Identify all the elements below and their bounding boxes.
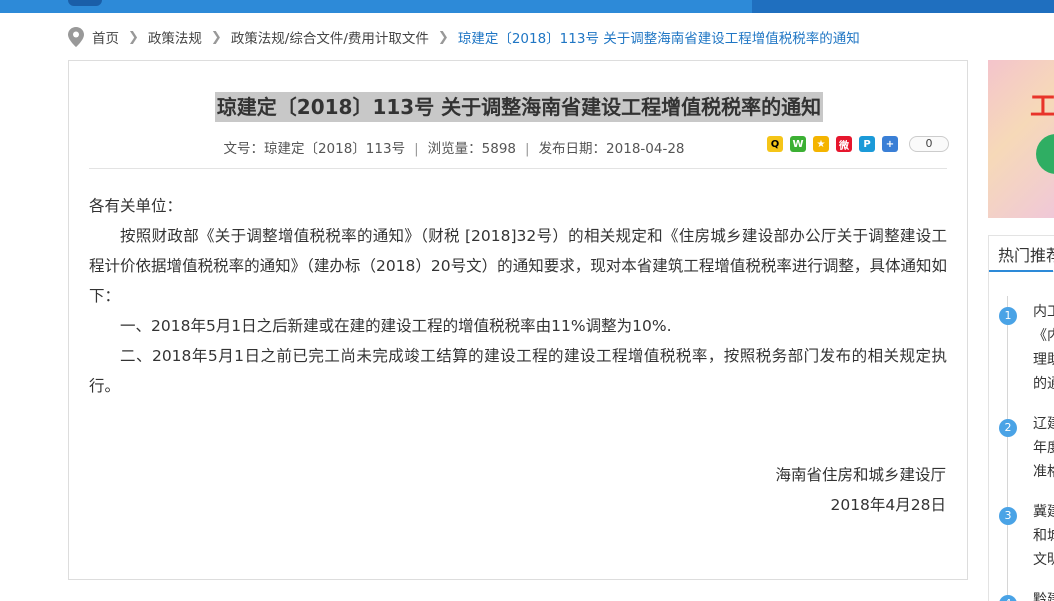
chevron-right-icon: ❯ bbox=[210, 29, 222, 45]
salutation: 各有关单位： bbox=[89, 197, 183, 215]
breadcrumb-fee-docs[interactable]: 政策法规/综合文件/费用计取文件 bbox=[231, 27, 429, 47]
hot-item-text: 黔建 bbox=[1033, 592, 1054, 601]
body-paragraph: 一、2018年5月1日之后新建或在建的建设工程的增值税税率由11%调整为10%. bbox=[120, 317, 672, 335]
meta-separator: | bbox=[525, 141, 530, 157]
signature-org: 海南省住房和城乡建设厅 bbox=[775, 466, 946, 484]
qq-share-icon[interactable]: Q bbox=[767, 136, 783, 152]
hot-recommend-title: 热门推荐 bbox=[998, 246, 1054, 265]
signature-date: 2018年4月28日 bbox=[830, 496, 946, 514]
banner-circle bbox=[1036, 134, 1054, 174]
body-paragraph: 二、2018年5月1日之前已完工尚未完成竣工结算的建设工程的建设工程增值税税率，… bbox=[89, 347, 947, 395]
chevron-right-icon: ❯ bbox=[437, 29, 449, 45]
publish-date: 发布日期：2018-04-28 bbox=[538, 141, 685, 157]
share-toolbar: Q W ★ 微 P + 0 bbox=[767, 136, 949, 152]
wechat-share-icon[interactable]: W bbox=[790, 136, 806, 152]
sidebar-banner-ad[interactable]: 工 bbox=[988, 60, 1054, 218]
hot-item-number: 3 bbox=[999, 507, 1017, 525]
hot-item-text: 辽建 年度 准格 bbox=[1033, 416, 1054, 480]
chevron-right-icon: ❯ bbox=[128, 29, 139, 45]
share-count: 0 bbox=[909, 136, 949, 152]
signature-block: 海南省住房和城乡建设厅 2018年4月28日 bbox=[775, 460, 946, 520]
article-body: 各有关单位： 按照财政部《关于调整增值税税率的通知》（财税 [2018]32号）… bbox=[89, 191, 947, 401]
hot-recommend-panel: 热门推荐 1 内工 《内 理助 的通 2 辽建 年度 准格 3 冀建 和城 文明… bbox=[988, 235, 1054, 601]
article-title-wrap: 琼建定〔2018〕113号 关于调整海南省建设工程增值税税率的通知 bbox=[69, 92, 969, 122]
breadcrumb-current[interactable]: 琼建定〔2018〕113号 关于调整海南省建设工程增值税税率的通知 bbox=[458, 27, 860, 47]
timeline-rail bbox=[1007, 296, 1008, 601]
breadcrumb-home[interactable]: 首页 bbox=[92, 27, 119, 47]
hot-item-text: 内工 《内 理助 的通 bbox=[1033, 304, 1054, 392]
top-nav-bar-right bbox=[752, 0, 1054, 13]
breadcrumb-policy[interactable]: 政策法规 bbox=[148, 27, 202, 47]
title-divider bbox=[89, 168, 947, 169]
hot-item-number: 2 bbox=[999, 419, 1017, 437]
hot-item-number: 4 bbox=[999, 595, 1017, 601]
tencent-weibo-share-icon[interactable]: P bbox=[859, 136, 875, 152]
hot-item-number: 1 bbox=[999, 307, 1017, 325]
hot-item-text: 冀建 和城 文明 bbox=[1033, 504, 1054, 568]
location-pin-icon bbox=[68, 27, 84, 47]
qzone-share-icon[interactable]: ★ bbox=[813, 136, 829, 152]
top-nav-bar bbox=[0, 0, 1054, 13]
banner-text: 工 bbox=[1030, 92, 1054, 122]
weibo-share-icon[interactable]: 微 bbox=[836, 136, 852, 152]
view-count: 浏览量：5898 bbox=[427, 141, 516, 157]
hot-header-accent bbox=[989, 270, 1053, 272]
body-paragraph: 按照财政部《关于调整增值税税率的通知》（财税 [2018]32号）的相关规定和《… bbox=[89, 227, 947, 305]
more-share-icon[interactable]: + bbox=[882, 136, 898, 152]
article-panel: 琼建定〔2018〕113号 关于调整海南省建设工程增值税税率的通知 文号：琼建定… bbox=[68, 60, 968, 580]
breadcrumb: 首页 ❯ 政策法规 ❯ 政策法规/综合文件/费用计取文件 ❯ 琼建定〔2018〕… bbox=[68, 26, 860, 48]
article-title: 琼建定〔2018〕113号 关于调整海南省建设工程增值税税率的通知 bbox=[214, 92, 824, 122]
logo-fragment bbox=[68, 0, 102, 6]
doc-number: 文号：琼建定〔2018〕113号 bbox=[223, 141, 406, 157]
meta-separator: | bbox=[414, 141, 419, 157]
